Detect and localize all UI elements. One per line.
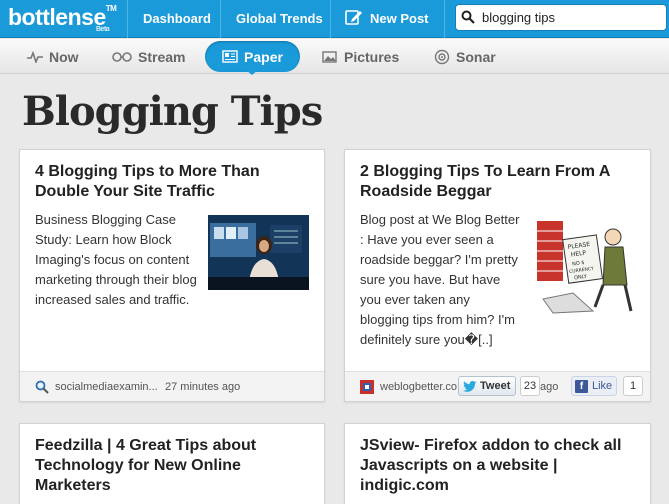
tab-pictures[interactable]: Pictures [322, 48, 399, 66]
nav-divider [444, 0, 445, 38]
nav-divider [127, 0, 128, 38]
sonar-icon [434, 49, 450, 65]
tab-sonar[interactable]: Sonar [434, 48, 496, 66]
article-title[interactable]: Feedzilla | 4 Great Tips about Technolog… [35, 436, 256, 496]
picture-icon [322, 51, 337, 63]
article-time: 27 minutes ago [165, 381, 241, 393]
search-box[interactable] [455, 4, 667, 31]
nav-new-post-link[interactable]: New Post [370, 11, 429, 26]
article-source[interactable]: weblogbetter.co [380, 381, 457, 393]
beta-label: Beta [96, 26, 110, 33]
like-button[interactable]: f Like [571, 376, 617, 396]
article-footer: socialmediaexamin... 27 minutes ago [20, 371, 324, 401]
nav-divider [220, 0, 221, 38]
view-tabs: Now Stream Pictures Sonar [0, 39, 669, 74]
article-footer: weblogbetter.co ago Tweet 23 f Like 1 [345, 371, 650, 401]
article-title[interactable]: 2 Blogging Tips To Learn From A Roadside… [360, 162, 610, 202]
logo[interactable]: bottlenseTM Beta [8, 4, 117, 33]
article-time: ago [540, 381, 559, 393]
article-summary: Blog post at We Blog Better : Have you e… [360, 212, 520, 347]
newspaper-icon [222, 50, 238, 63]
tweet-count: 23 [520, 376, 540, 396]
article-title[interactable]: JSview- Firefox addon to check all Javas… [360, 436, 621, 496]
article-card[interactable]: JSview- Firefox addon to check all Javas… [344, 423, 651, 504]
glasses-icon [112, 52, 132, 62]
article-source[interactable]: socialmediaexamin... [55, 381, 158, 393]
like-count: 1 [623, 376, 643, 396]
nav-global-trends-link[interactable]: Global Trends [236, 11, 323, 26]
article-card[interactable]: 2 Blogging Tips To Learn From A Roadside… [344, 149, 651, 402]
article-thumbnail[interactable] [208, 215, 309, 290]
site-favicon-icon [360, 380, 374, 394]
article-thumbnail[interactable]: PLEASE HELP NO $ CURRENCY ONLY [533, 215, 634, 315]
tab-stream[interactable]: Stream [112, 48, 185, 66]
search-source-icon [35, 380, 49, 394]
search-icon [461, 10, 475, 24]
tab-now[interactable]: Now [27, 48, 79, 66]
article-title[interactable]: 4 Blogging Tips to More Than Double Your… [35, 162, 260, 202]
nav-dashboard-link[interactable]: Dashboard [143, 11, 211, 26]
tab-paper[interactable]: Paper [205, 41, 300, 72]
pulse-icon [27, 51, 43, 63]
article-card[interactable]: 4 Blogging Tips to More Than Double Your… [19, 149, 325, 402]
search-input[interactable] [482, 9, 662, 26]
nav-divider [330, 0, 331, 38]
facebook-icon: f [575, 379, 588, 393]
tweet-button[interactable]: Tweet [458, 376, 516, 396]
page-title: Blogging Tips [22, 88, 323, 135]
active-tab-pointer [246, 70, 258, 75]
twitter-bird-icon [463, 380, 477, 392]
pencil-icon[interactable] [345, 8, 363, 26]
article-summary: Business Blogging Case Study: Learn how … [35, 212, 197, 307]
top-bar: bottlenseTM Beta Dashboard Global Trends… [0, 0, 669, 38]
article-card[interactable]: Feedzilla | 4 Great Tips about Technolog… [19, 423, 325, 504]
